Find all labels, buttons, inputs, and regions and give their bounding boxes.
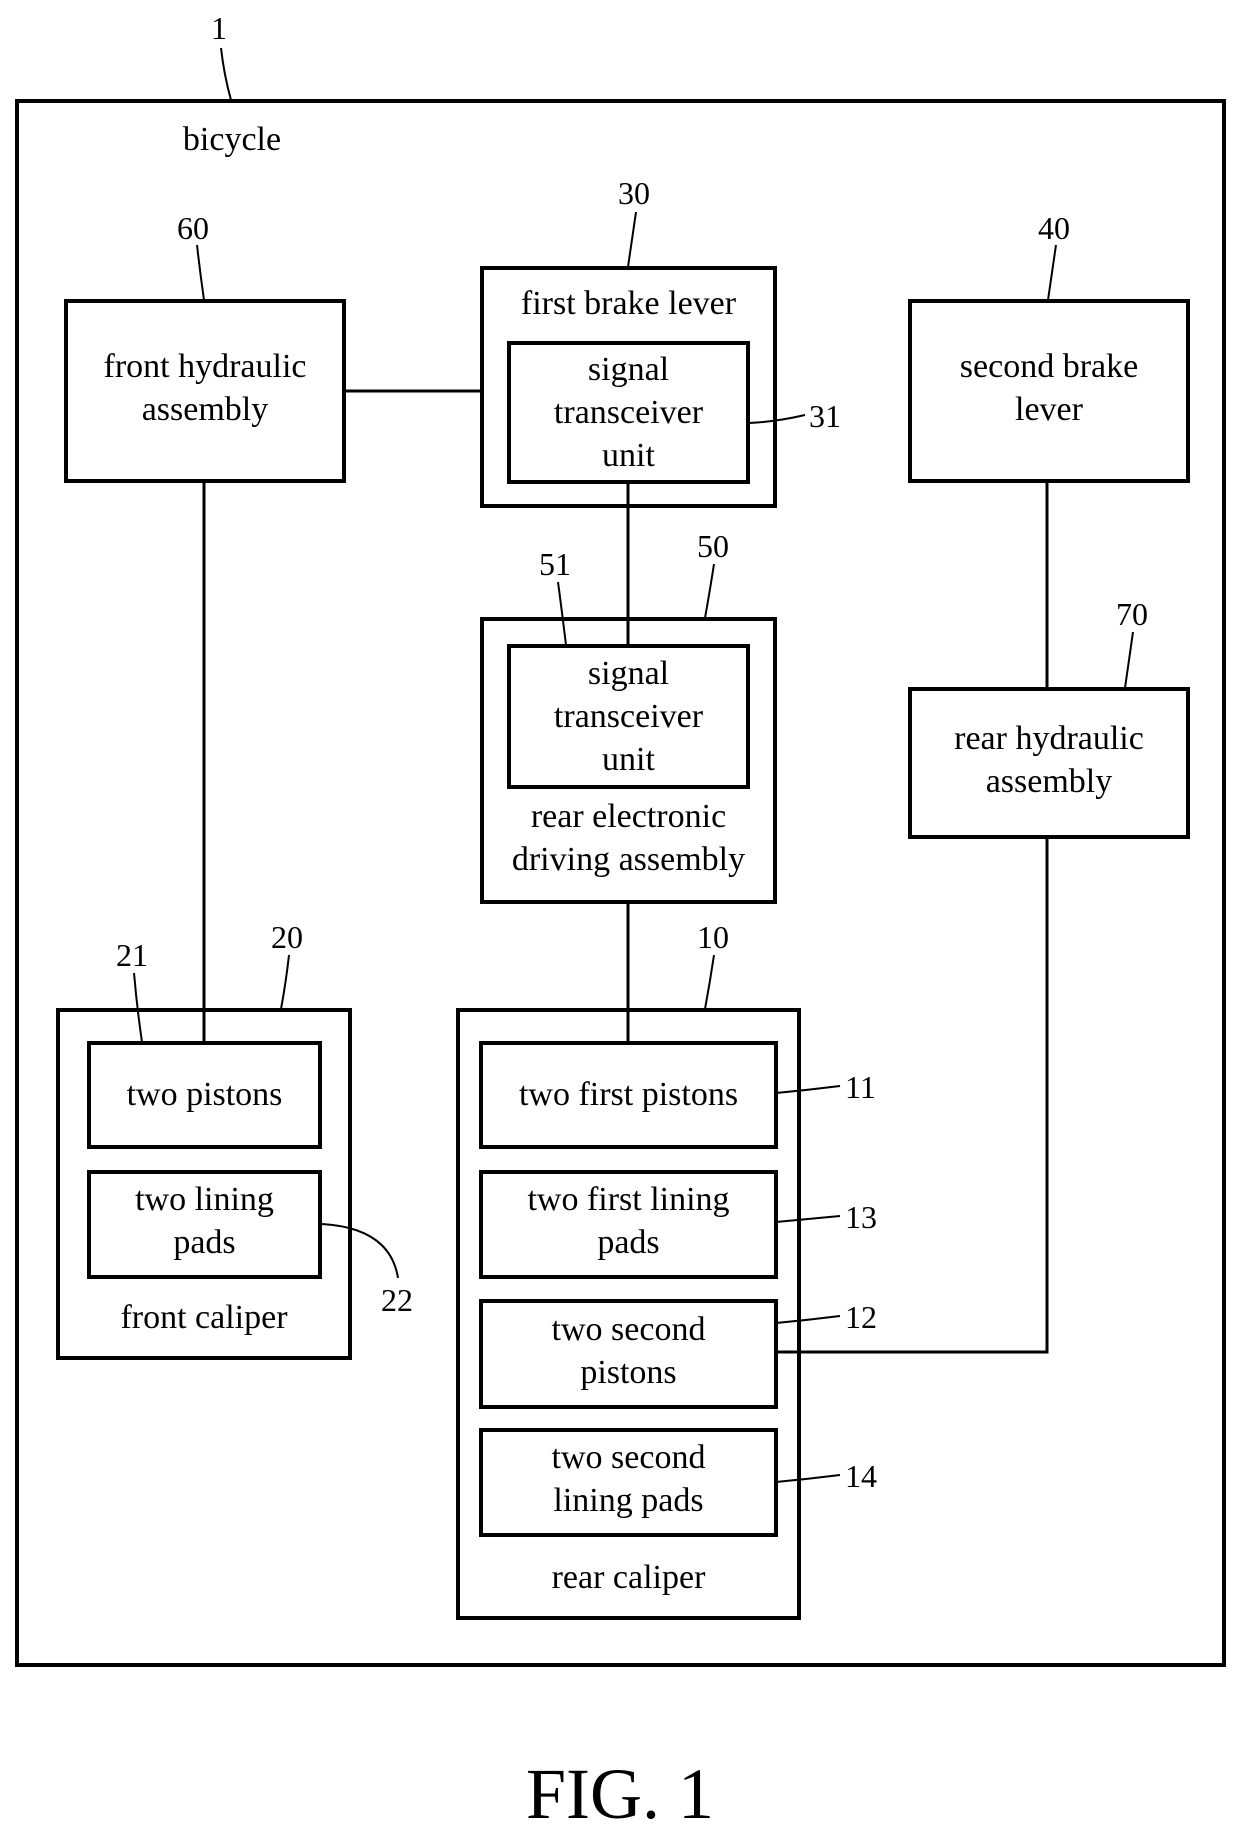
ref-number-13: 13 — [845, 1199, 877, 1235]
front-caliper-label: front caliper — [120, 1299, 288, 1336]
ref-number-40: 40 — [1038, 210, 1070, 246]
ref-number-31: 31 — [809, 398, 841, 434]
ref-number-70: 70 — [1116, 596, 1148, 632]
front-pistons-label: two pistons — [126, 1076, 283, 1113]
rear-first-pistons-label: two first pistons — [518, 1076, 739, 1113]
ref-number-60: 60 — [177, 210, 209, 246]
rear-caliper-label: rear caliper — [551, 1559, 706, 1596]
rear-signal-transceiver-unit-label: signal transceiver unit — [553, 655, 704, 778]
front-lining-pads-label: two lining pads — [135, 1181, 274, 1261]
leader-line-1 — [220, 47, 232, 101]
front-hydraulic-assembly-label: front hydraulic assembly — [103, 348, 307, 428]
ref-number-30: 30 — [618, 175, 650, 211]
rear-first-lining-pads-label: two first lining pads — [527, 1181, 730, 1261]
ref-number-20: 20 — [271, 919, 303, 955]
rear-electronic-driving-assembly-label: rear electronic driving assembly — [511, 798, 746, 878]
ref-number-21: 21 — [116, 937, 148, 973]
ref-number-12: 12 — [845, 1299, 877, 1335]
second-brake-lever-label: second brake lever — [959, 348, 1139, 428]
rear-second-lining-pads-label: two second lining pads — [551, 1439, 706, 1519]
ref-number-11: 11 — [845, 1069, 876, 1105]
figure-caption: FIG. 1 — [525, 1754, 714, 1834]
ref-number-22: 22 — [381, 1282, 413, 1318]
first-brake-lever-label: first brake lever — [520, 285, 737, 322]
rear-hydraulic-assembly-label: rear hydraulic assembly — [954, 720, 1144, 800]
first-signal-transceiver-unit-label: signal transceiver unit — [553, 351, 704, 474]
ref-number-14: 14 — [845, 1458, 877, 1494]
ref-number-1: 1 — [211, 10, 227, 46]
ref-number-51: 51 — [539, 546, 571, 582]
ref-number-10: 10 — [697, 919, 729, 955]
rear-second-pistons-label: two second pistons — [551, 1311, 706, 1391]
bicycle-label: bicycle — [182, 121, 282, 158]
ref-number-50: 50 — [697, 528, 729, 564]
